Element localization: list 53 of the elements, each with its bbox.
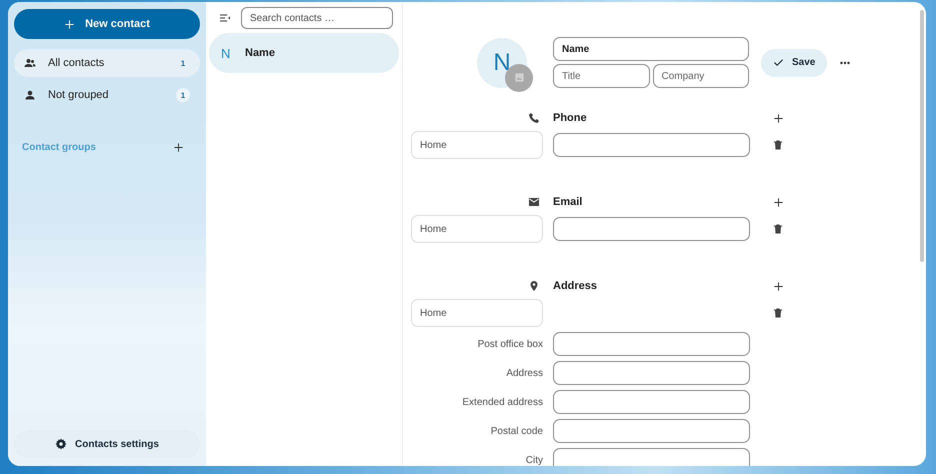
delete-icon: [772, 307, 784, 319]
sidebar-item-label: Not grouped: [48, 89, 110, 101]
sidebar-item[interactable]: All contacts 1: [14, 49, 200, 77]
title-field[interactable]: Title: [553, 64, 650, 88]
section-heading: Contact groups: [22, 142, 96, 152]
company-field[interactable]: Company: [652, 64, 749, 88]
contact-name: Name: [245, 47, 275, 59]
plus-icon: [172, 142, 184, 152]
avatar-initial: N: [493, 48, 511, 76]
plus-icon: [772, 196, 784, 208]
delete-icon: [772, 223, 784, 235]
item-count: 1: [176, 88, 190, 102]
plus-icon: [64, 18, 76, 30]
contact-item[interactable]: N Name: [209, 33, 399, 73]
sidebar-item-label: All contacts: [48, 57, 106, 69]
image-icon: [514, 72, 524, 83]
value-field[interactable]: [553, 133, 750, 157]
more-icon: [840, 60, 850, 64]
people-icon: [24, 57, 36, 69]
phone-icon: [528, 112, 540, 124]
field-label: Address: [506, 368, 543, 378]
item-count: 1: [180, 58, 186, 70]
address-field[interactable]: [553, 448, 750, 466]
person-icon: [24, 89, 36, 101]
email-icon: [528, 196, 540, 208]
value-field[interactable]: [553, 217, 750, 241]
plus-icon: [772, 112, 784, 124]
plus-icon: [772, 280, 784, 292]
settings-icon: [55, 438, 68, 450]
address-field[interactable]: [553, 419, 750, 443]
field-label: Extended address: [462, 396, 543, 408]
delete-icon: [772, 139, 784, 151]
search-field[interactable]: Search contacts …: [241, 7, 393, 29]
address-field[interactable]: [553, 361, 750, 385]
save-button[interactable]: Save: [761, 48, 828, 76]
section-title: Address: [553, 280, 598, 292]
checkmark-icon: [773, 57, 784, 68]
settings-button[interactable]: Contacts settings: [14, 430, 200, 458]
type-field[interactable]: Home: [411, 131, 543, 159]
address-field[interactable]: [553, 332, 750, 356]
new-contact-button[interactable]: New contact: [14, 9, 200, 39]
sidebar-item[interactable]: Not grouped 1: [14, 81, 200, 109]
field-label: Postal code: [490, 426, 543, 436]
field-label: City: [526, 454, 543, 466]
section-title: Email: [553, 196, 584, 208]
contact-initial: N: [221, 46, 232, 60]
type-field[interactable]: Home: [411, 299, 543, 327]
type-field[interactable]: Home: [411, 215, 543, 243]
location-pin-icon: [528, 280, 540, 292]
address-field[interactable]: [553, 390, 750, 414]
field-label: Post office box: [478, 338, 543, 350]
section-title: Phone: [553, 112, 588, 124]
name-field[interactable]: Name: [553, 37, 749, 61]
